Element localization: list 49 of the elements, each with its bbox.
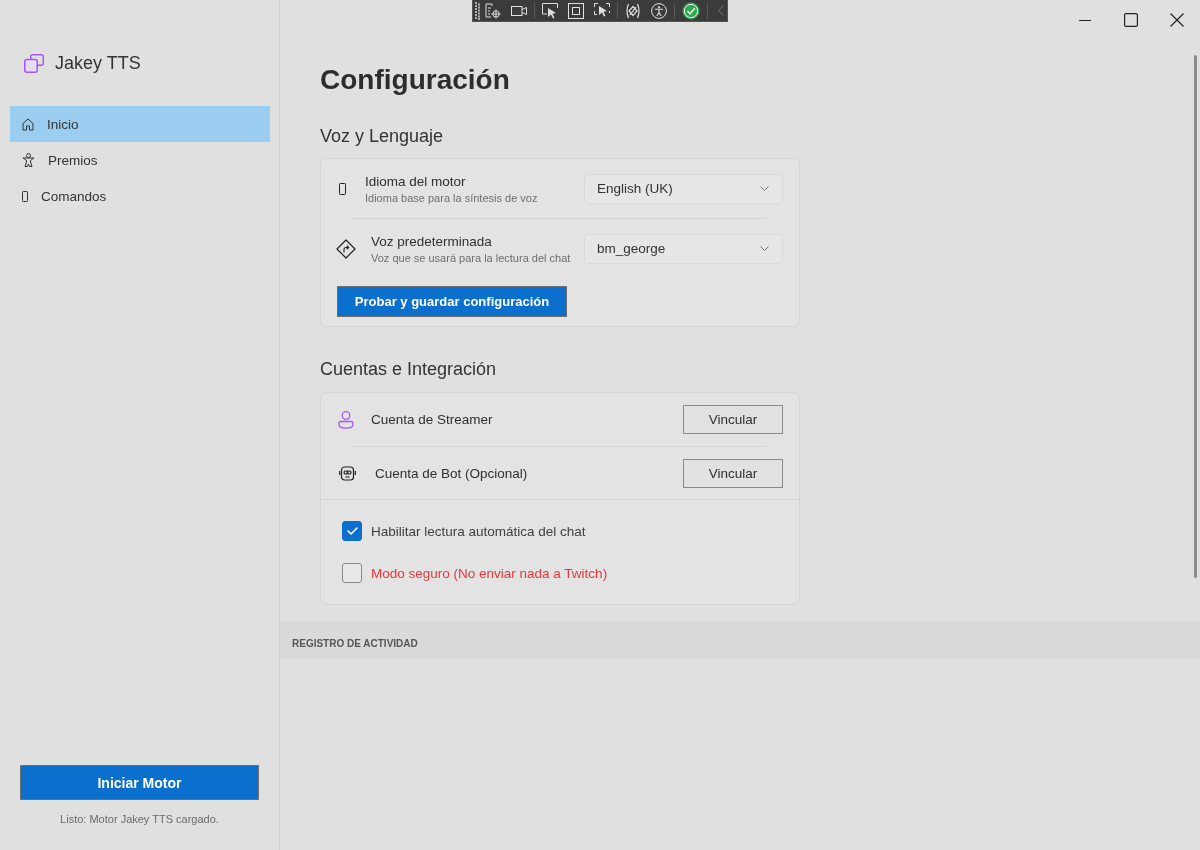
cursor-select-icon[interactable] bbox=[542, 2, 558, 19]
chevron-left-icon[interactable] bbox=[718, 5, 724, 16]
robot-icon bbox=[339, 464, 356, 482]
chevron-down-icon bbox=[760, 186, 769, 191]
user-icon bbox=[338, 410, 354, 429]
nav-item[interactable]: Premios bbox=[10, 142, 270, 178]
nav-item[interactable]: Comandos bbox=[10, 178, 270, 214]
start-engine-button[interactable]: Iniciar Motor bbox=[20, 765, 259, 800]
setting-title: Idioma del motor bbox=[365, 172, 466, 190]
checkmark-icon bbox=[346, 527, 358, 535]
dropdown[interactable]: English (UK) bbox=[584, 173, 783, 204]
home-icon bbox=[22, 117, 34, 131]
checkbox-label: Modo seguro (No enviar nada a Twitch) bbox=[371, 565, 608, 581]
setting-description: Idioma base para la síntesis de voz bbox=[365, 190, 538, 205]
page-title: Configuración bbox=[320, 63, 510, 97]
section-title: Voz y Lenguaje bbox=[320, 125, 444, 148]
account-label: Cuenta de Bot (Opcional) bbox=[375, 465, 528, 481]
save-button[interactable]: Probar y guardar configuración bbox=[337, 286, 567, 317]
account-label: Cuenta de Streamer bbox=[371, 412, 493, 427]
check-icon[interactable] bbox=[682, 1, 700, 20]
direction-sign-icon bbox=[336, 238, 356, 259]
scrollbar-thumb[interactable] bbox=[1194, 55, 1197, 578]
rectangle-icon bbox=[22, 190, 28, 202]
logo-icon bbox=[24, 54, 44, 73]
accessibility-icon[interactable] bbox=[651, 2, 667, 19]
nav-item[interactable]: Inicio bbox=[10, 106, 270, 142]
cursor-frame-icon[interactable] bbox=[594, 2, 610, 19]
app-name: Jakey TTS bbox=[55, 53, 141, 74]
checkbox-label: Habilitar lectura automática del chat bbox=[371, 523, 586, 539]
dropdown[interactable]: bm_george bbox=[584, 233, 783, 264]
close-icon bbox=[1170, 13, 1184, 27]
checkbox[interactable] bbox=[342, 563, 362, 583]
minimize-icon bbox=[1079, 19, 1091, 21]
status-text: Listo: Motor Jakey TTS cargado. bbox=[60, 812, 219, 826]
setting-title: Voz predeterminada bbox=[371, 232, 492, 250]
section-title: Cuentas e Integración bbox=[320, 358, 497, 381]
brackets-icon[interactable] bbox=[625, 2, 641, 19]
link-button[interactable]: Vincular bbox=[683, 458, 783, 488]
log-title: REGISTRO DE ACTIVIDAD bbox=[292, 638, 418, 650]
rectangle-icon bbox=[339, 182, 346, 195]
link-button[interactable]: Vincular bbox=[683, 405, 783, 434]
grip-icon[interactable] bbox=[475, 1, 480, 20]
setting-description: Voz que se usará para la lectura del chat bbox=[371, 250, 571, 265]
list-target-icon[interactable] bbox=[485, 2, 501, 19]
square-icon[interactable] bbox=[568, 2, 584, 19]
person-figure-icon bbox=[22, 153, 35, 167]
maximize-icon bbox=[1124, 13, 1138, 27]
chevron-down-icon bbox=[760, 246, 769, 251]
checkbox[interactable] bbox=[342, 521, 362, 541]
